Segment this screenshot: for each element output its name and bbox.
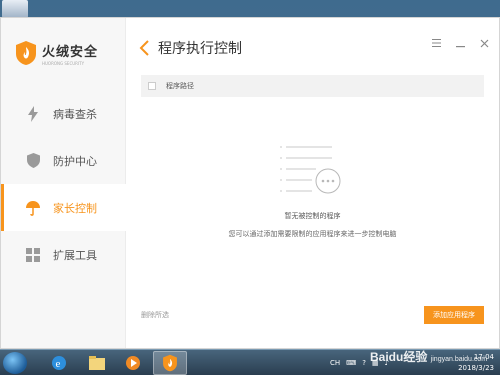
- menu-icon[interactable]: [431, 38, 441, 48]
- minimize-icon[interactable]: [455, 38, 465, 48]
- shield-icon: [25, 153, 41, 169]
- sidebar-item-virus-scan[interactable]: 病毒查杀: [1, 90, 126, 137]
- lightning-icon: [25, 105, 41, 122]
- empty-state: 暂无被控制的程序 您可以通过添加需要限制的应用程序来进一步控制电脑: [126, 143, 499, 239]
- huorong-icon[interactable]: [153, 351, 187, 375]
- document-list-icon: [279, 146, 340, 194]
- column-header-path[interactable]: 程序路径: [166, 81, 194, 91]
- close-icon[interactable]: [479, 38, 489, 48]
- flame-logo-icon: [16, 41, 36, 65]
- sidebar-item-label: 家长控制: [53, 201, 97, 215]
- help-icon[interactable]: ?: [362, 359, 366, 367]
- select-all-checkbox[interactable]: [148, 82, 156, 90]
- main-panel: 程序执行控制 程序路径 暂无被控制的程序 您可以通过添加需要限制的应用程序来进一…: [126, 18, 499, 348]
- file-explorer-icon[interactable]: [80, 351, 114, 375]
- app-logo: 火绒安全 HUORONG SECURITY: [15, 38, 98, 68]
- sidebar-item-parental-control[interactable]: 家长控制: [1, 184, 126, 231]
- baidu-watermark: Baidu经验 jingyan.baidu.com: [370, 348, 487, 365]
- grid-icon: [25, 247, 41, 263]
- start-button[interactable]: [3, 352, 27, 374]
- watermark-brand: Baidu经验: [370, 350, 428, 364]
- app-window: 火绒安全 HUORONG SECURITY 病毒查杀 防护中心 家长控制 扩展工…: [0, 17, 500, 349]
- page-title: 程序执行控制: [158, 41, 242, 57]
- table-header: 程序路径: [141, 75, 484, 97]
- svg-text:e: e: [56, 358, 61, 370]
- logo-title: 火绒安全: [42, 43, 99, 59]
- add-application-button[interactable]: 添加应用程序: [424, 306, 484, 324]
- footer-bar: 删除所选 添加应用程序: [141, 306, 484, 326]
- delete-selected-button[interactable]: 删除所选: [141, 310, 169, 320]
- window-controls: [431, 38, 489, 48]
- umbrella-icon: [25, 200, 41, 216]
- media-player-icon[interactable]: [116, 351, 150, 375]
- sidebar-item-label: 病毒查杀: [53, 107, 97, 121]
- sidebar-item-label: 防护中心: [53, 154, 97, 168]
- keyboard-icon[interactable]: ⌨: [346, 359, 356, 367]
- input-language-indicator[interactable]: CH: [330, 359, 340, 367]
- sidebar: 火绒安全 HUORONG SECURITY 病毒查杀 防护中心 家长控制 扩展工…: [1, 18, 126, 348]
- sidebar-item-tools[interactable]: 扩展工具: [1, 231, 126, 278]
- sidebar-item-protection[interactable]: 防护中心: [1, 137, 126, 184]
- empty-state-description: 您可以通过添加需要限制的应用程序来进一步控制电脑: [228, 230, 397, 238]
- empty-state-title: 暂无被控制的程序: [284, 212, 341, 220]
- sidebar-item-label: 扩展工具: [53, 248, 97, 262]
- sidebar-nav: 病毒查杀 防护中心 家长控制 扩展工具: [1, 90, 126, 278]
- ie-icon[interactable]: e: [42, 351, 76, 375]
- chevron-left-icon[interactable]: [138, 39, 152, 57]
- watermark-url: jingyan.baidu.com: [430, 356, 488, 363]
- desktop-shortcut-icon[interactable]: [2, 0, 28, 18]
- logo-subtitle: HUORONG SECURITY: [42, 60, 85, 66]
